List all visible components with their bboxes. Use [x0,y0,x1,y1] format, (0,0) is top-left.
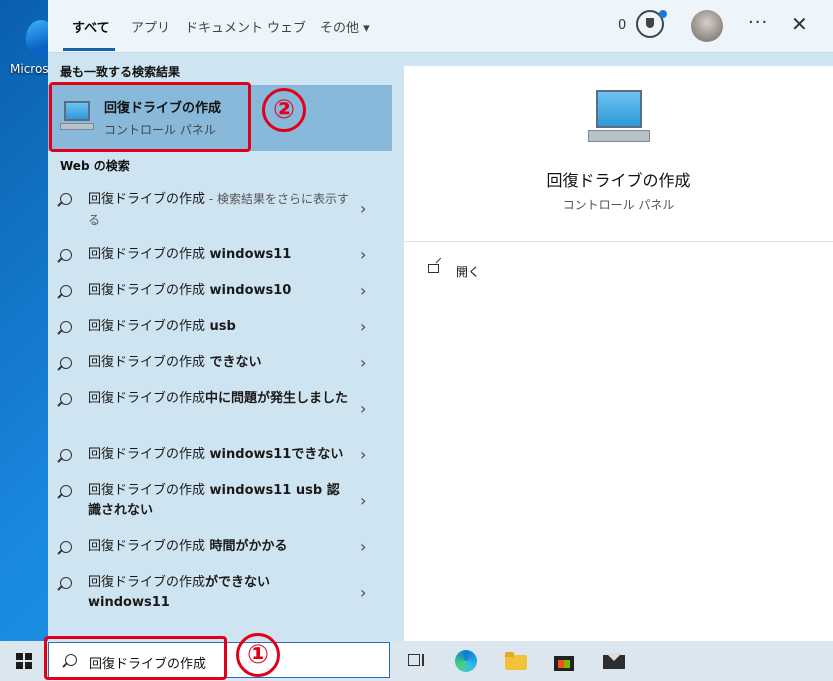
divider [404,241,833,242]
chevron-right-icon: › [360,245,367,264]
annotation-step-1: ① [236,633,280,677]
tab-documents[interactable]: ドキュメント [185,17,263,36]
search-icon [60,541,72,553]
web-result[interactable]: 回復ドライブの作成中に問題が発生しました › [48,389,392,433]
web-result[interactable]: 回復ドライブの作成 usb › [48,317,392,341]
mail-icon[interactable] [603,650,625,672]
result-query: 回復ドライブの作成 [88,483,206,498]
result-query: 回復ドライブの作成 [88,283,206,298]
search-icon [60,285,72,297]
file-explorer-icon[interactable] [505,650,527,672]
result-query: 回復ドライブの作成 [88,539,206,554]
result-suffix: windows11できない [205,447,344,462]
open-icon[interactable] [428,264,439,273]
chevron-right-icon: › [360,317,367,336]
chevron-right-icon: › [360,399,367,418]
desktop-shortcut[interactable]: Micros [10,20,56,76]
result-suffix: windows11 [205,247,292,262]
tab-apps[interactable]: アプリ [131,17,170,36]
chevron-right-icon: › [360,537,367,556]
chevron-right-icon: › [360,353,367,372]
best-match-heading: 最も一致する検索結果 [60,65,181,79]
result-suffix: 時間がかかる [205,539,288,554]
web-search-heading: Web の検索 [60,159,130,173]
store-icon[interactable] [553,650,575,672]
close-icon[interactable]: ✕ [791,12,808,36]
annotation-step-2: ② [262,88,306,132]
web-result[interactable]: 回復ドライブの作成 windows11できない › [48,445,392,469]
result-suffix: windows10 [205,283,292,298]
windows-start-icon[interactable] [16,653,32,669]
web-result[interactable]: 回復ドライブの作成 - 検索結果をさらに表示する › [48,189,392,233]
detail-title: 回復ドライブの作成 [546,171,691,190]
tab-web[interactable]: ウェブ [267,17,306,36]
search-icon [60,485,72,497]
search-icon [60,357,72,369]
search-icon [60,577,72,589]
desktop-shortcut-label: Micros [10,62,49,76]
result-query: 回復ドライブの作成 [88,355,206,370]
chevron-right-icon: › [360,199,367,218]
tab-all[interactable]: すべて [72,17,110,36]
annotation-box-best-match [49,82,251,152]
chevron-right-icon: › [360,281,367,300]
search-icon [60,193,72,205]
web-result[interactable]: 回復ドライブの作成 windows11 usb 認識されない › [48,481,392,525]
result-query: 回復ドライブの作成 [88,247,206,262]
result-query: 回復ドライブの作成 [88,319,206,334]
search-icon [60,321,72,333]
search-icon [60,393,72,405]
chevron-right-icon: › [360,583,367,602]
result-suffix: 中に問題が発生しました [205,391,349,406]
task-view-icon[interactable] [406,650,428,672]
web-result[interactable]: 回復ドライブの作成 windows11 › [48,245,392,269]
result-suffix: できない [205,355,262,370]
open-action[interactable]: 開く [456,263,480,280]
annotation-box-search [44,636,227,680]
search-tabs-bar: すべて アプリ ドキュメント ウェブ その他 ▾ 0 ··· ✕ [48,0,833,53]
web-result[interactable]: 回復ドライブの作成ができない windows11 › [48,573,392,617]
web-result[interactable]: 回復ドライブの作成 windows10 › [48,281,392,305]
result-suffix: usb [205,319,236,334]
search-icon [60,449,72,461]
result-query: 回復ドライブの作成 [88,447,206,462]
tab-more[interactable]: その他 ▾ [320,17,370,36]
active-tab-indicator [63,48,115,51]
avatar[interactable] [691,10,723,42]
detail-subtitle: コントロール パネル [562,198,675,212]
web-result[interactable]: 回復ドライブの作成 時間がかかる › [48,537,392,561]
detail-pane: 回復ドライブの作成 コントロール パネル 開く [404,66,833,641]
more-options-icon[interactable]: ··· [748,12,768,33]
result-query: 回復ドライブの作成 [88,192,206,207]
chevron-right-icon: › [360,445,367,464]
chevron-right-icon: › [360,491,367,510]
search-icon [60,249,72,261]
edge-icon[interactable] [455,650,477,672]
notification-dot [659,10,667,18]
result-query: 回復ドライブの作成 [88,391,206,406]
result-query: 回復ドライブの作成 [88,575,206,590]
web-result[interactable]: 回復ドライブの作成 できない › [48,353,392,377]
rewards-count: 0 [618,18,627,33]
